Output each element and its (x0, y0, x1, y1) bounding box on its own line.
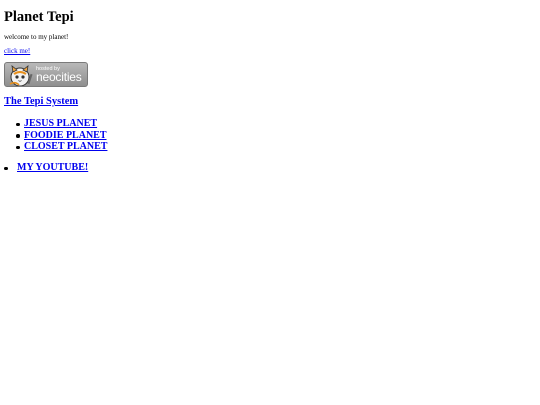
jesus-planet-link[interactable]: JESUS PLANET (24, 118, 97, 130)
closet-planet-link[interactable]: CLOSET PLANET (24, 141, 107, 153)
welcome-text: welcome to my planet! (4, 33, 69, 41)
bullet-icon (16, 134, 20, 138)
youtube-link[interactable]: MY YOUTUBE! (17, 162, 88, 174)
neocities-badge[interactable]: hosted by neocities (4, 62, 88, 87)
page-title: Planet Tepi (4, 9, 74, 25)
bullet-icon (16, 145, 20, 149)
tepi-system-link[interactable]: The Tepi System (4, 96, 78, 108)
badge-brand-name: neocities (36, 70, 82, 84)
click-me-link[interactable]: click me! (4, 47, 30, 55)
foodie-planet-link[interactable]: FOODIE PLANET (24, 130, 107, 142)
bullet-icon (16, 122, 20, 126)
bullet-icon (4, 166, 8, 170)
neocities-cat-icon (9, 65, 33, 86)
